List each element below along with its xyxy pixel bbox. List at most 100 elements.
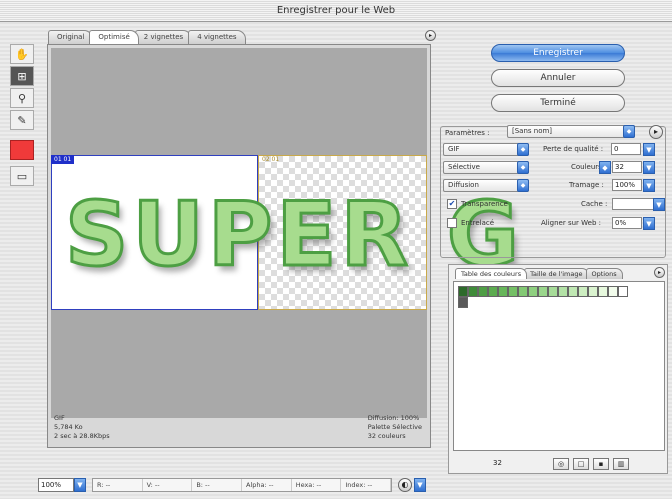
websnap-field[interactable]: 0% bbox=[612, 217, 642, 229]
matte-dropdown-icon[interactable]: ▼ bbox=[653, 198, 665, 211]
color-swatch[interactable] bbox=[548, 286, 558, 297]
chevron-down-icon: ◆ bbox=[517, 161, 529, 174]
slice-2-label: 02 01 bbox=[262, 156, 280, 163]
color-swatch[interactable] bbox=[588, 286, 598, 297]
tab-2-up[interactable]: 2 vignettes bbox=[134, 30, 193, 44]
settings-panel: Paramètres : [Sans nom] ◆ ▸ GIF ◆ Perte de… bbox=[440, 125, 666, 258]
done-button[interactable]: Terminé bbox=[491, 94, 625, 112]
toggle-slices-icon[interactable]: ▭ bbox=[10, 166, 34, 186]
pixel-info-bar: R: -- V: -- B: -- Alpha: -- Hexa: -- Ind… bbox=[92, 478, 392, 492]
slice-select-icon[interactable]: ⊞ bbox=[10, 66, 34, 86]
trash-icon[interactable]: ▥ bbox=[613, 458, 629, 470]
preset-select[interactable]: [Sans nom] ◆ bbox=[507, 125, 635, 138]
color-swatch[interactable] bbox=[568, 286, 578, 297]
color-swatch[interactable] bbox=[468, 286, 478, 297]
color-swatch[interactable] bbox=[608, 286, 618, 297]
eyedropper-icon[interactable]: ✎ bbox=[10, 110, 34, 130]
tab-4-up[interactable]: 4 vignettes bbox=[188, 30, 246, 44]
colors-field[interactable]: 32 bbox=[612, 161, 642, 173]
window-title: Enregistrer pour le Web bbox=[0, 0, 672, 22]
matte-field[interactable] bbox=[612, 198, 654, 210]
info-dither: Diffusion: 100% bbox=[367, 414, 420, 422]
pixel-index: Index: -- bbox=[341, 479, 392, 491]
color-swatch[interactable] bbox=[578, 286, 588, 297]
dither-amount-label: Tramage : bbox=[569, 181, 604, 189]
pixel-hex: Hexa: -- bbox=[292, 479, 342, 491]
color-swatch[interactable] bbox=[598, 286, 608, 297]
settings-label: Paramètres : bbox=[445, 129, 490, 137]
preview-tabs: Original Optimisé 2 vignettes 4 vignette… bbox=[48, 30, 246, 44]
chevron-down-icon: ◆ bbox=[517, 179, 529, 192]
settings-menu-icon[interactable]: ▸ bbox=[649, 125, 663, 139]
color-swatch-icon[interactable] bbox=[10, 140, 34, 160]
info-size: 5,784 Ko bbox=[54, 423, 83, 431]
websnap-dropdown-icon[interactable]: ▼ bbox=[643, 217, 655, 230]
optimization-info: Diffusion: 100% Palette Sélective 32 cou… bbox=[368, 414, 422, 441]
tab-original[interactable]: Original bbox=[48, 30, 94, 44]
color-swatch[interactable] bbox=[518, 286, 528, 297]
swatch-grid bbox=[458, 286, 634, 308]
zoom-icon[interactable]: ⚲ bbox=[10, 88, 34, 108]
lossy-label: Perte de qualité : bbox=[543, 145, 604, 153]
tab-color-table[interactable]: Table des couleurs bbox=[455, 268, 528, 279]
info-palette: Palette Sélective bbox=[367, 423, 422, 431]
lossy-field[interactable]: 0 bbox=[611, 143, 641, 155]
interlaced-checkbox[interactable] bbox=[447, 218, 457, 228]
preview-canvas[interactable]: 01 01 02 01 SUPER G bbox=[51, 48, 521, 418]
transparency-label: Transparence bbox=[461, 200, 508, 208]
interlaced-label: Entrelacé bbox=[461, 219, 495, 227]
tab-options[interactable]: Options bbox=[585, 268, 623, 279]
websnap-label: Aligner sur Web : bbox=[541, 219, 601, 227]
preview-menu-icon[interactable]: ▸ bbox=[425, 30, 436, 41]
cancel-button[interactable]: Annuler bbox=[491, 69, 625, 87]
browser-preview-icon[interactable]: ◐ bbox=[398, 478, 412, 492]
color-swatch[interactable] bbox=[478, 286, 488, 297]
info-colors: 32 couleurs bbox=[367, 432, 406, 440]
new-color-icon[interactable]: ▪ bbox=[593, 458, 609, 470]
color-count: 32 bbox=[493, 459, 502, 467]
zoom-field[interactable]: 100% bbox=[38, 478, 74, 492]
color-table-footer: 32 ◎ □ ▪ ▥ bbox=[449, 455, 667, 473]
color-swatch[interactable] bbox=[538, 286, 548, 297]
color-swatch[interactable] bbox=[498, 286, 508, 297]
color-swatch[interactable] bbox=[558, 286, 568, 297]
file-info: GIF 5,784 Ko 2 sec à 28.8Kbps bbox=[54, 414, 110, 441]
color-swatch[interactable] bbox=[488, 286, 498, 297]
colors-stepper-icon[interactable]: ◆ bbox=[599, 161, 611, 174]
dither-amount-field[interactable]: 100% bbox=[612, 179, 642, 191]
bottom-bar: 100% ▼ R: -- V: -- B: -- Alpha: -- Hexa:… bbox=[38, 476, 426, 494]
color-swatch[interactable] bbox=[458, 297, 468, 308]
dither-select[interactable]: Diffusion ◆ bbox=[443, 179, 529, 192]
pixel-alpha: Alpha: -- bbox=[242, 479, 292, 491]
info-format: GIF bbox=[54, 414, 65, 422]
lossy-stepper-icon[interactable]: ▼ bbox=[643, 143, 655, 156]
tool-palette: ✋ ⊞ ⚲ ✎ ▭ bbox=[10, 44, 36, 188]
web-shift-icon[interactable]: ◎ bbox=[553, 458, 569, 470]
color-panel-tabs: Table des couleurs Taille de l'image Opt… bbox=[455, 268, 623, 279]
tab-optimized[interactable]: Optimisé bbox=[89, 30, 139, 44]
lock-color-icon[interactable]: □ bbox=[573, 458, 589, 470]
pixel-b: B: -- bbox=[192, 479, 243, 491]
image-preview: 01 01 02 01 SUPER G bbox=[51, 155, 521, 310]
save-button[interactable]: Enregistrer bbox=[491, 44, 625, 62]
pixel-r: R: -- bbox=[93, 479, 143, 491]
zoom-dropdown-icon[interactable]: ▼ bbox=[74, 478, 86, 492]
hand-icon[interactable]: ✋ bbox=[10, 44, 34, 64]
tab-image-size[interactable]: Taille de l'image bbox=[524, 268, 589, 279]
color-swatch[interactable] bbox=[618, 286, 628, 297]
preview-panel: 01 01 02 01 SUPER G GIF 5,784 Ko 2 sec à… bbox=[47, 44, 521, 448]
pixel-g: V: -- bbox=[143, 479, 193, 491]
color-swatch[interactable] bbox=[458, 286, 468, 297]
palette-select[interactable]: Sélective ◆ bbox=[443, 161, 529, 174]
color-swatch[interactable] bbox=[528, 286, 538, 297]
slice-1-label: 01 01 bbox=[51, 155, 75, 164]
browser-dropdown-icon[interactable]: ▼ bbox=[414, 478, 426, 492]
info-download-time: 2 sec à 28.8Kbps bbox=[54, 432, 110, 440]
color-table bbox=[453, 281, 665, 451]
colors-dropdown-icon[interactable]: ▼ bbox=[643, 161, 655, 174]
dither-amount-stepper-icon[interactable]: ▼ bbox=[643, 179, 655, 192]
color-swatch[interactable] bbox=[508, 286, 518, 297]
color-panel-menu-icon[interactable]: ▸ bbox=[654, 267, 665, 278]
format-select[interactable]: GIF ◆ bbox=[443, 143, 529, 156]
transparency-checkbox[interactable]: ✔ bbox=[447, 199, 457, 209]
